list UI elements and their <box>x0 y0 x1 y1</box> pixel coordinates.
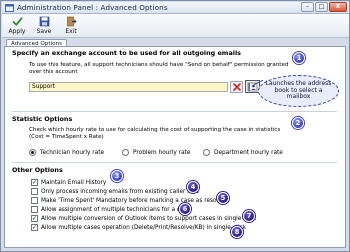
radio-button[interactable] <box>29 149 36 156</box>
callout-badge-6: 6 <box>179 203 191 215</box>
radio-button[interactable] <box>122 149 129 156</box>
checkbox-label: Allow assignment of multiple technicians… <box>41 206 191 213</box>
callout-badge-5: 5 <box>217 192 229 204</box>
exchange-section-title: Specify an exchange account to be used f… <box>12 49 241 57</box>
option-time-spent-mandatory[interactable]: Make 'Time Spent' Mandatory before marki… <box>31 197 229 204</box>
statistic-desc-line1: Check which hourly rate to use for calcu… <box>29 127 281 133</box>
checkbox-label: Allow multiple conversion of Outlook ite… <box>41 215 257 222</box>
radio-department-rate[interactable]: Department hourly rate <box>203 149 283 156</box>
radio-technician-rate[interactable]: Technician hourly rate <box>29 149 104 156</box>
callout-badge-2: 2 <box>292 117 304 129</box>
checkbox-label: Maintain Email History <box>41 179 107 186</box>
option-maintain-email-history[interactable]: ✓ Maintain Email History <box>31 179 106 186</box>
exchange-account-input[interactable]: Support <box>29 82 228 92</box>
callout-badge-4: 4 <box>187 181 199 193</box>
minimize-button[interactable]: – <box>301 2 314 12</box>
save-floppy-icon <box>39 16 49 27</box>
apply-label: Apply <box>8 28 26 35</box>
callout-badge-1: 1 <box>293 52 305 64</box>
close-button[interactable]: X <box>329 2 347 12</box>
maximize-button[interactable]: □ <box>315 2 328 12</box>
radio-button[interactable] <box>203 149 210 156</box>
radio-label: Department hourly rate <box>214 149 283 156</box>
checkbox-label: Make 'Time Spent' Mandatory before marki… <box>41 197 229 204</box>
exchange-desc-line1: To use this feature, all support technic… <box>29 62 289 68</box>
radio-label: Technician hourly rate <box>40 149 105 156</box>
statistic-section-title: Statistic Options <box>12 115 73 123</box>
save-label: Save <box>36 28 52 35</box>
radio-problem-rate[interactable]: Problem hourly rate <box>122 149 190 156</box>
save-button[interactable]: Save <box>32 14 56 37</box>
exit-button[interactable]: Exit <box>59 14 83 37</box>
section-divider <box>12 111 337 112</box>
window-title: Administration Panel : Advanced Options <box>17 3 168 12</box>
checkbox[interactable] <box>31 188 38 195</box>
checkbox[interactable] <box>31 206 38 213</box>
radio-label: Problem hourly rate <box>133 149 191 156</box>
other-section-title: Other Options <box>12 166 63 174</box>
exchange-desc-line2: over this account <box>29 69 78 75</box>
window-controls: – □ X <box>300 2 347 13</box>
apply-checkmark-icon <box>12 17 22 26</box>
checkbox[interactable] <box>31 197 38 204</box>
clear-x-icon <box>232 83 241 91</box>
callout-badge-8: 8 <box>231 226 243 238</box>
callout-badge-3: 3 <box>111 170 123 182</box>
option-multiple-outlook-conversion[interactable]: ✓ Allow multiple conversion of Outlook i… <box>31 215 256 222</box>
apply-button[interactable]: Apply <box>5 14 29 37</box>
checkbox-label: Allow multiple cases operation (Delete/P… <box>41 224 246 231</box>
callout-badge-7: 7 <box>243 210 255 222</box>
checkbox[interactable]: ✓ <box>31 179 38 186</box>
option-existing-callers-only[interactable]: Only process incoming emails from existi… <box>31 188 199 195</box>
statistic-desc-line2: (Cost = TimeSpent x Rate) <box>29 134 104 140</box>
title-bar: Administration Panel : Advanced Options … <box>2 2 349 14</box>
address-book-callout: Launches the address book to select a ma… <box>258 75 339 107</box>
clear-account-button[interactable] <box>230 81 243 93</box>
exit-label: Exit <box>65 28 77 35</box>
checkbox[interactable]: ✓ <box>31 215 38 222</box>
section-divider <box>12 162 337 163</box>
option-multiple-cases-operation[interactable]: ✓ Allow multiple cases operation (Delete… <box>31 224 246 231</box>
exit-door-icon <box>66 16 77 27</box>
title-group: Administration Panel : Advanced Options <box>2 3 168 12</box>
checkbox[interactable]: ✓ <box>31 224 38 231</box>
checkbox-label: Only process incoming emails from existi… <box>41 188 199 195</box>
option-multiple-technicians[interactable]: Allow assignment of multiple technicians… <box>31 206 190 213</box>
toolbar: Apply Save Exit <box>2 14 349 38</box>
app-window-icon <box>5 3 14 12</box>
